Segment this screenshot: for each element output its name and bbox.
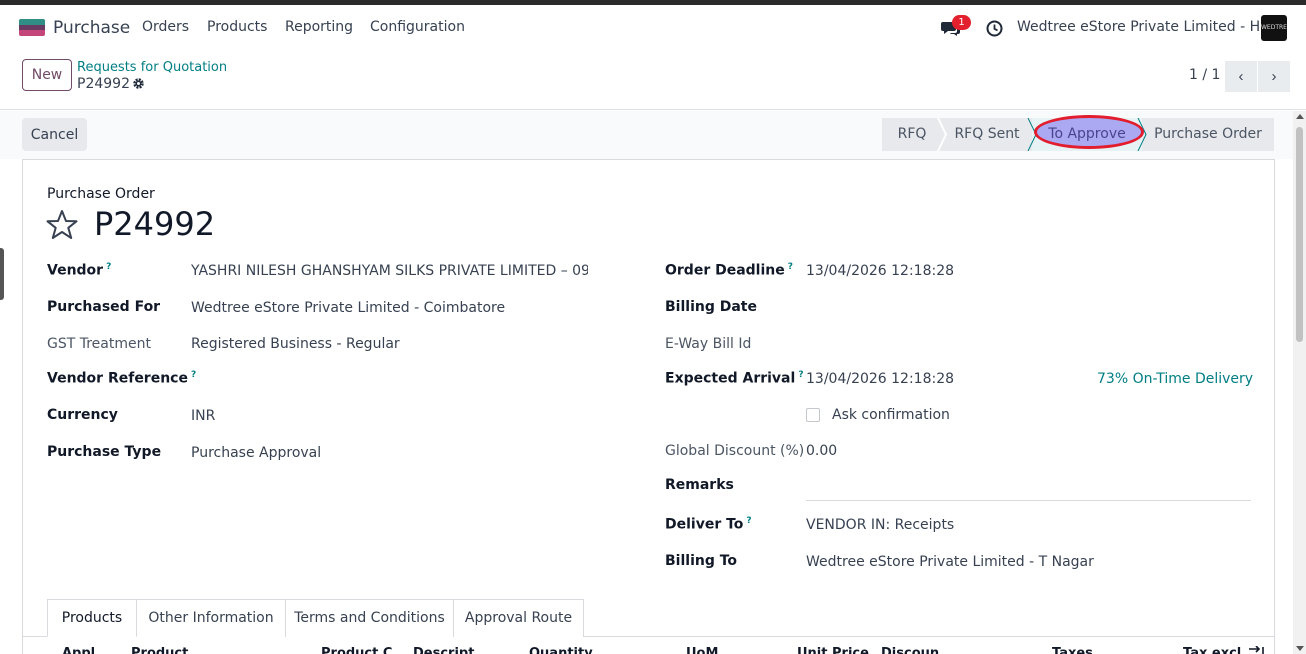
top-navbar: Purchase Orders Products Reporting Confi… [0, 5, 1306, 50]
column-header[interactable]: Product C [321, 646, 392, 654]
highlight-annotation [1034, 115, 1144, 149]
menu-orders[interactable]: Orders [142, 19, 189, 35]
breadcrumb-rfq-link[interactable]: Requests for Quotation [77, 60, 227, 75]
company-switcher[interactable]: Wedtree eStore Private Limited - HO [1017, 19, 1271, 35]
chat-counter-badge: 1 [952, 15, 971, 30]
global-discount-label: Global Discount (%) [665, 443, 805, 459]
activity-clock-icon[interactable] [986, 20, 1003, 37]
new-button[interactable]: New [22, 59, 72, 91]
favorite-star-icon[interactable] [46, 209, 78, 240]
deliver-to-label: Deliver To? [665, 516, 752, 533]
gear-icon[interactable] [132, 77, 145, 90]
gst-treatment-field[interactable]: Registered Business - Regular [191, 336, 400, 352]
cancel-button[interactable]: Cancel [22, 118, 87, 151]
column-header[interactable]: Tax excl [1183, 646, 1241, 654]
eway-bill-label: E-Way Bill Id [665, 336, 752, 352]
vendor-reference-field[interactable] [191, 370, 588, 388]
stage-purchase-order[interactable]: Purchase Order [1142, 118, 1274, 151]
billing-date-field[interactable] [806, 299, 1251, 317]
stage-rfq[interactable]: RFQ [882, 118, 942, 151]
tab-other-information[interactable]: Other Information [136, 599, 286, 637]
purchase-type-label: Purchase Type [47, 444, 162, 460]
purchased-for-field[interactable]: Wedtree eStore Private Limited - Coimbat… [191, 300, 505, 316]
pager-next-button[interactable]: › [1258, 61, 1290, 92]
column-header[interactable]: Taxes [1052, 646, 1093, 654]
scroll-up-arrow-icon[interactable] [1296, 114, 1304, 119]
tab-products[interactable]: Products [47, 599, 137, 637]
control-panel: New Requests for Quotation P24992 1 / 1 … [0, 50, 1306, 110]
ask-confirmation-checkbox[interactable] [806, 408, 820, 422]
column-header[interactable]: UoM [686, 646, 718, 654]
ask-confirmation-label[interactable]: Ask confirmation [832, 407, 950, 423]
pager-value: 1 / 1 [1189, 67, 1221, 83]
side-panel-handle[interactable] [0, 248, 4, 300]
menu-products[interactable]: Products [207, 19, 267, 35]
stage-rfq-sent[interactable]: RFQ Sent [942, 118, 1032, 151]
vendor-field[interactable]: YASHRI NILESH GHANSHYAM SILKS PRIVATE LI… [191, 263, 588, 279]
menu-configuration[interactable]: Configuration [370, 19, 465, 35]
on-time-delivery-link[interactable]: 73% On-Time Delivery [1097, 371, 1253, 387]
currency-field[interactable]: INR [191, 408, 215, 424]
column-header[interactable]: Unit Price [797, 646, 869, 654]
pager-previous-button[interactable]: ‹ [1225, 61, 1257, 92]
remarks-label: Remarks [665, 477, 734, 493]
vendor-label: Vendor? [47, 262, 112, 279]
tab-terms-and-conditions[interactable]: Terms and Conditions [285, 599, 454, 637]
billing-date-label: Billing Date [665, 299, 757, 315]
order-deadline-label: Order Deadline? [665, 262, 793, 279]
billing-to-field[interactable]: Wedtree eStore Private Limited - T Nagar [806, 554, 1094, 570]
optional-columns-icon[interactable] [1248, 646, 1264, 654]
page-scrollbar[interactable] [1293, 111, 1306, 654]
column-header[interactable]: Quantity [529, 646, 593, 654]
global-discount-field[interactable]: 0.00 [806, 443, 837, 459]
billing-to-label: Billing To [665, 553, 738, 569]
user-avatar[interactable]: WEDTREE [1261, 15, 1287, 41]
scroll-down-arrow-icon[interactable] [1296, 646, 1304, 651]
remarks-field[interactable] [806, 500, 1251, 501]
scrollbar-thumb[interactable] [1296, 127, 1303, 342]
eway-bill-field[interactable] [806, 336, 1251, 354]
vendor-reference-label: Vendor Reference? [47, 370, 197, 387]
deliver-to-field[interactable]: VENDOR IN: Receipts [806, 517, 954, 533]
expected-arrival-field[interactable]: 13/04/2026 12:18:28 [806, 371, 954, 387]
app-name[interactable]: Purchase [53, 18, 130, 38]
purchase-app-icon[interactable] [19, 19, 45, 36]
gst-treatment-label: GST Treatment [47, 336, 151, 352]
column-header[interactable]: Appl [62, 646, 95, 654]
menu-reporting[interactable]: Reporting [285, 19, 353, 35]
currency-label: Currency [47, 407, 118, 423]
column-header[interactable]: Descript [413, 646, 474, 654]
column-header[interactable]: Product [131, 646, 188, 654]
expected-arrival-label: Expected Arrival? [665, 370, 804, 387]
purchase-type-field[interactable]: Purchase Approval [191, 445, 321, 461]
order-deadline-field[interactable]: 13/04/2026 12:18:28 [806, 263, 954, 279]
document-name: P24992 [94, 205, 216, 243]
document-type-label: Purchase Order [47, 186, 155, 202]
column-header[interactable]: Discoun [881, 646, 939, 654]
breadcrumb-current: P24992 [77, 76, 130, 92]
tab-approval-route[interactable]: Approval Route [453, 599, 584, 637]
purchased-for-label: Purchased For [47, 299, 161, 315]
